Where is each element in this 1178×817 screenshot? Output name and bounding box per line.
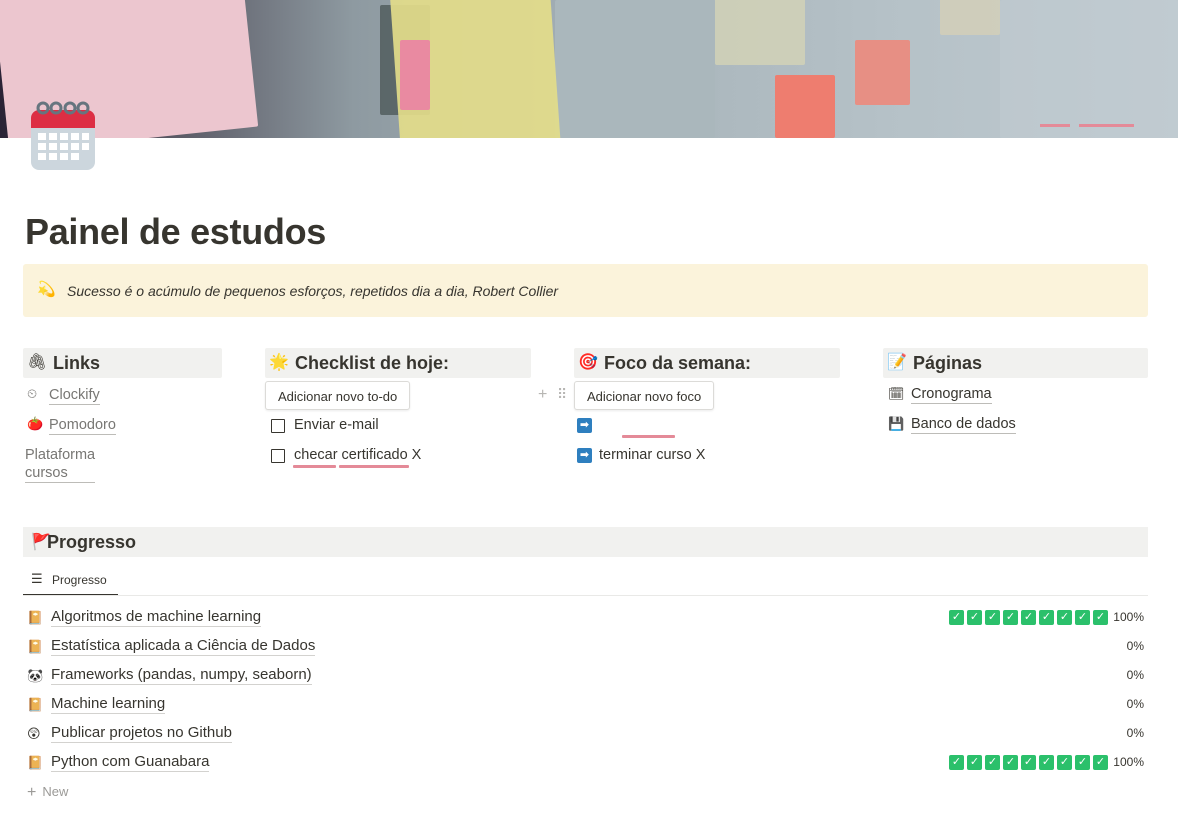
add-foco-button[interactable]: Adicionar novo foco (574, 381, 715, 410)
progress-percent: 0% (1126, 668, 1144, 682)
book-icon: 📔 (27, 639, 44, 654)
page-title[interactable]: Painel de estudos (25, 211, 326, 253)
todo-checkbox[interactable] (271, 419, 285, 433)
add-block-icon[interactable]: + (538, 386, 547, 404)
calendar-icon: 🗓 (888, 386, 905, 401)
links-header[interactable]: 🖇 Links (23, 348, 222, 378)
progress-checks: ✓ ✓ ✓ ✓ ✓ ✓ ✓ ✓ ✓ (949, 610, 1108, 625)
progress-percent: 0% (1126, 697, 1144, 711)
check-mark-icon: ✓ (949, 610, 964, 625)
new-row-button[interactable]: + New (27, 784, 68, 802)
table-row[interactable]: 📔 Python com Guanabara ✓ ✓ ✓ ✓ ✓ ✓ ✓ ✓ ✓ 100% (23, 750, 1148, 779)
check-mark-icon: ✓ (1075, 755, 1090, 770)
progress-checks: ✓ ✓ ✓ ✓ ✓ ✓ ✓ ✓ ✓ (949, 755, 1108, 770)
right-arrow-icon: ➡ (577, 418, 592, 433)
cover-image (0, 0, 1178, 138)
star-icon: 💫 (37, 281, 56, 298)
checklist-header[interactable]: 🌟 Checklist de hoje: (265, 348, 531, 378)
check-mark-icon: ✓ (985, 755, 1000, 770)
check-mark-icon: ✓ (967, 755, 982, 770)
check-mark-icon: ✓ (1039, 755, 1054, 770)
check-mark-icon: ✓ (1057, 610, 1072, 625)
check-mark-icon: ✓ (1039, 610, 1054, 625)
progress-percent: 100% (1113, 610, 1144, 624)
clock-icon: ⏲ (27, 386, 38, 401)
astonished-face-icon: 😲 (27, 726, 41, 741)
check-mark-icon: ✓ (1003, 610, 1018, 625)
add-todo-button[interactable]: Adicionar novo to-do (265, 381, 411, 410)
book-icon: 📔 (27, 697, 44, 712)
spellcheck-underline (293, 465, 336, 468)
table-row[interactable]: 😲 Publicar projetos no Github 0% (23, 721, 1148, 750)
row-title[interactable]: Algoritmos de machine learning (51, 608, 262, 627)
tomato-icon: 🍅 (27, 416, 44, 431)
check-mark-icon: ✓ (985, 610, 1000, 625)
row-title[interactable]: Frameworks (pandas, numpy, seaborn) (51, 666, 312, 685)
calendar-icon[interactable] (30, 98, 96, 172)
row-title[interactable]: Publicar projetos no Github (51, 724, 232, 743)
check-mark-icon: ✓ (1021, 610, 1036, 625)
spellcheck-underline (339, 465, 409, 468)
check-mark-icon: ✓ (967, 610, 982, 625)
right-arrow-icon: ➡ (577, 448, 592, 463)
tab-progresso[interactable]: ☰ Progresso (23, 568, 118, 596)
progress-percent: 100% (1113, 755, 1144, 769)
check-mark-icon: ✓ (1057, 755, 1072, 770)
progresso-header[interactable]: 🚩 Progresso (23, 527, 1148, 557)
book-icon: 📔 (27, 610, 44, 625)
list-icon: ☰ (31, 571, 43, 586)
progress-percent: 0% (1126, 726, 1144, 740)
quote-callout[interactable]: 💫 Sucesso é o acúmulo de pequenos esforç… (23, 264, 1148, 317)
table-row[interactable]: 🐼 Frameworks (pandas, numpy, seaborn) 0% (23, 663, 1148, 692)
check-mark-icon: ✓ (1093, 755, 1108, 770)
table-row[interactable]: 📔 Machine learning 0% (23, 692, 1148, 721)
check-mark-icon: ✓ (1003, 755, 1018, 770)
progress-percent: 0% (1126, 639, 1144, 653)
table-row[interactable]: 📔 Estatística aplicada a Ciência de Dados… (23, 634, 1148, 663)
plus-icon: + (27, 784, 37, 801)
floppy-icon: 💾 (888, 416, 905, 431)
memo-icon: 📝 (887, 354, 907, 371)
star-icon: 🌟 (269, 354, 289, 371)
check-mark-icon: ✓ (1075, 610, 1090, 625)
paperclip-icon: 🖇 (27, 354, 48, 371)
check-mark-icon: ✓ (949, 755, 964, 770)
todo-checkbox[interactable] (271, 449, 285, 463)
row-title[interactable]: Python com Guanabara (51, 753, 210, 772)
check-mark-icon: ✓ (1021, 755, 1036, 770)
paginas-header[interactable]: 📝 Páginas (883, 348, 1148, 378)
panda-icon: 🐼 (27, 668, 44, 683)
target-icon: 🎯 (578, 354, 598, 371)
callout-text: Sucesso é o acúmulo de pequenos esforços… (67, 283, 559, 299)
book-icon: 📔 (27, 755, 44, 770)
foco-header[interactable]: 🎯 Foco da semana: (574, 348, 840, 378)
table-row[interactable]: 📔 Algoritmos de machine learning ✓ ✓ ✓ ✓ ✓ ✓ ✓ ✓ ✓… (23, 605, 1148, 634)
check-mark-icon: ✓ (1093, 610, 1108, 625)
drag-handle-icon[interactable]: ⠿ (557, 386, 567, 403)
row-title[interactable]: Machine learning (51, 695, 166, 714)
row-title[interactable]: Estatística aplicada a Ciência de Dados (51, 637, 316, 656)
spellcheck-underline (622, 435, 675, 438)
